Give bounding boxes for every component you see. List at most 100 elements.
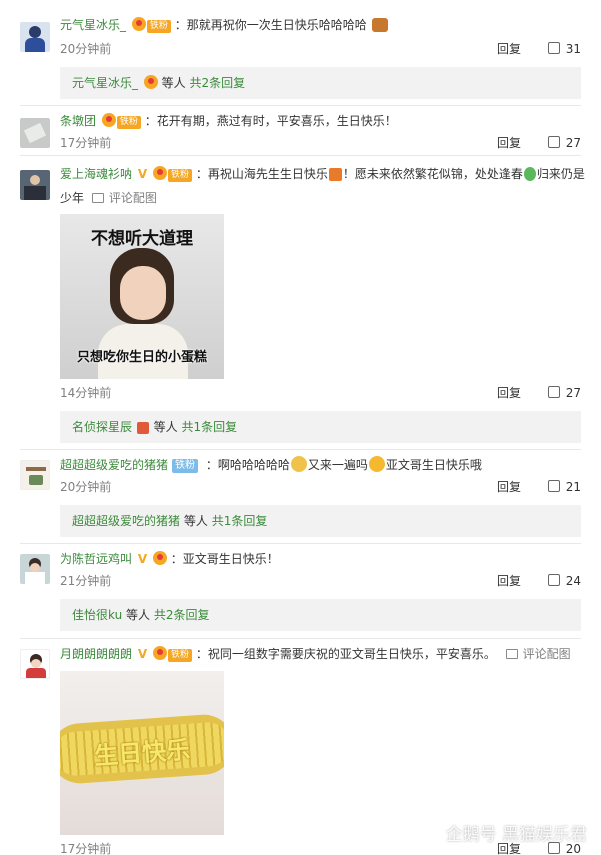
sub-reply-count[interactable]: 共1条回复 <box>212 514 268 528</box>
comment-meta: 20分钟前 回复 31 <box>60 39 581 59</box>
comment-line-wrap: 少年 评论配图 <box>60 188 581 208</box>
reply-button[interactable]: 回复 <box>497 571 521 591</box>
verified-v-icon: V <box>137 552 148 566</box>
cake-emoji-icon <box>371 18 388 32</box>
gift-emoji-icon <box>328 168 342 181</box>
sub-reply-user[interactable]: 佳怡很ku <box>72 608 122 622</box>
like-count: 24 <box>565 574 581 588</box>
comment-line: 为陈哲远鸡叫 V ：亚文哥生日快乐！ <box>60 549 581 569</box>
sub-reply-etc: 等人 <box>183 514 208 528</box>
comment-pic-label: 评论配图 <box>108 191 157 205</box>
like-button[interactable]: 31 <box>547 39 581 59</box>
like-button[interactable]: 24 <box>547 571 581 591</box>
comment-time: 14分钟前 <box>60 386 112 400</box>
sub-replies-box[interactable]: 名侦探星辰 等人 共1条回复 <box>60 411 581 443</box>
avatar[interactable] <box>20 649 50 679</box>
like-button[interactable]: 27 <box>547 133 581 153</box>
sub-reply-user[interactable]: 名侦探星辰 <box>72 420 132 434</box>
fan-badge: 铁粉 <box>167 649 192 662</box>
comment-time: 20分钟前 <box>60 42 112 56</box>
sprout-emoji-icon <box>523 167 536 181</box>
divider <box>20 543 581 544</box>
reply-button[interactable]: 回复 <box>497 133 521 153</box>
kiss-emoji-icon <box>368 456 385 472</box>
username-link[interactable]: 为陈哲远鸡叫 <box>60 552 132 566</box>
thumbs-up-icon <box>547 386 560 398</box>
like-count: 27 <box>565 386 581 400</box>
avatar[interactable] <box>20 554 50 584</box>
watermark-text: 企鹅号 黑猫娱乐君 <box>445 825 587 845</box>
like-button[interactable]: 21 <box>547 477 581 497</box>
comment-line: 超超超级爱吃的猪猪 铁粉 ：啊哈哈哈哈哈 又来一遍吗 亚文哥生日快乐哦 <box>60 455 581 475</box>
like-count: 21 <box>565 480 581 494</box>
comment-pic-label: 评论配图 <box>522 647 571 661</box>
crown-badge-icon <box>143 75 158 89</box>
fan-badge: 铁粉 <box>116 116 141 129</box>
picture-icon <box>91 193 104 203</box>
comment-meta: 21分钟前 回复 24 <box>60 571 581 591</box>
crown-badge-icon <box>152 166 167 180</box>
comment-pic-link[interactable]: 评论配图 <box>91 191 157 205</box>
image-caption-top: 不想听大道理 <box>91 229 193 249</box>
username-link[interactable]: 条墩团 <box>60 114 96 128</box>
comment-meta: 14分钟前 回复 27 <box>60 383 581 403</box>
avatar[interactable] <box>20 118 50 148</box>
badge-emoji-icon <box>136 422 149 434</box>
sub-reply-etc: 等人 <box>126 608 151 622</box>
comment-meta: 20分钟前 回复 21 <box>60 477 581 497</box>
attached-image[interactable]: 生日快乐 <box>60 671 224 835</box>
comment-time: 17分钟前 <box>60 136 112 150</box>
comment-line: 条墩团 铁粉 ：花开有期，燕过有时，平安喜乐，生日快乐！ <box>60 111 581 131</box>
comment-text: ：再祝山海先生生日快乐 <box>195 167 328 181</box>
avatar[interactable] <box>20 170 50 200</box>
thumbs-up-icon <box>547 136 560 148</box>
fan-badge: 铁粉 <box>146 20 171 33</box>
comment-pic-link[interactable]: 评论配图 <box>505 647 571 661</box>
image-caption-bottom: 只想吃你生日的小蛋糕 <box>76 350 207 365</box>
like-count: 31 <box>565 42 581 56</box>
picture-icon <box>505 649 518 659</box>
sub-reply-count[interactable]: 共2条回复 <box>154 608 210 622</box>
thumbs-up-icon <box>547 42 560 54</box>
crown-badge-icon <box>101 113 116 127</box>
penguin-logo-icon <box>424 825 443 843</box>
comment-meta: 17分钟前 回复 27 <box>60 133 581 153</box>
attached-image[interactable]: 不想听大道理 只想吃你生日的小蛋糕 <box>60 214 224 379</box>
fan-badge: 铁粉 <box>167 169 192 182</box>
username-link[interactable]: 超超超级爱吃的猪猪 <box>60 458 168 472</box>
username-link[interactable]: 月朗朗朗朗朗 <box>60 647 132 661</box>
username-link[interactable]: 爱上海魂衫呐 <box>60 167 132 181</box>
comment-text-wrap: 少年 <box>60 191 85 205</box>
comment-text-2: 又来一遍吗 <box>307 458 368 472</box>
reply-button[interactable]: 回复 <box>497 39 521 59</box>
username-link[interactable]: 元气星冰乐_ <box>60 18 126 32</box>
doge-emoji-icon <box>290 456 307 472</box>
avatar[interactable] <box>20 22 50 52</box>
sub-reply-user[interactable]: 超超超级爱吃的猪猪 <box>72 514 180 528</box>
reply-button[interactable]: 回复 <box>497 477 521 497</box>
sub-reply-count[interactable]: 共1条回复 <box>182 420 238 434</box>
comment-text: ：亚文哥生日快乐！ <box>170 552 279 566</box>
comment-text-2: ！愿未来依然繁花似锦，处处逢春 <box>342 167 523 181</box>
sub-replies-box[interactable]: 元气星冰乐_ 等人 共2条回复 <box>60 67 581 99</box>
sub-replies-box[interactable]: 佳怡很ku 等人 共2条回复 <box>60 599 581 631</box>
comment-text-3: 亚文哥生日快乐哦 <box>385 458 482 472</box>
divider <box>20 449 581 450</box>
comment-text: ：啊哈哈哈哈哈 <box>205 458 290 472</box>
like-count: 27 <box>565 136 581 150</box>
sub-reply-user[interactable]: 元气星冰乐_ <box>72 76 138 90</box>
comment-text: ：那就再祝你一次生日快乐哈哈哈哈 <box>174 18 367 32</box>
sub-reply-count[interactable]: 共2条回复 <box>190 76 246 90</box>
avatar[interactable] <box>20 460 50 490</box>
comment-time: 20分钟前 <box>60 480 112 494</box>
divider <box>20 105 581 106</box>
reply-button[interactable]: 回复 <box>497 383 521 403</box>
verified-v-icon: V <box>137 167 148 181</box>
comment-text: ：祝同一组数字需要庆祝的亚文哥生日快乐，平安喜乐。 <box>195 647 496 661</box>
like-button[interactable]: 27 <box>547 383 581 403</box>
sub-replies-box[interactable]: 超超超级爱吃的猪猪 等人 共1条回复 <box>60 505 581 537</box>
divider <box>20 638 581 639</box>
sub-reply-etc: 等人 <box>153 420 178 434</box>
comment-line: 月朗朗朗朗朗 V 铁粉 ：祝同一组数字需要庆祝的亚文哥生日快乐，平安喜乐。 评论… <box>60 644 581 664</box>
divider <box>20 155 581 156</box>
